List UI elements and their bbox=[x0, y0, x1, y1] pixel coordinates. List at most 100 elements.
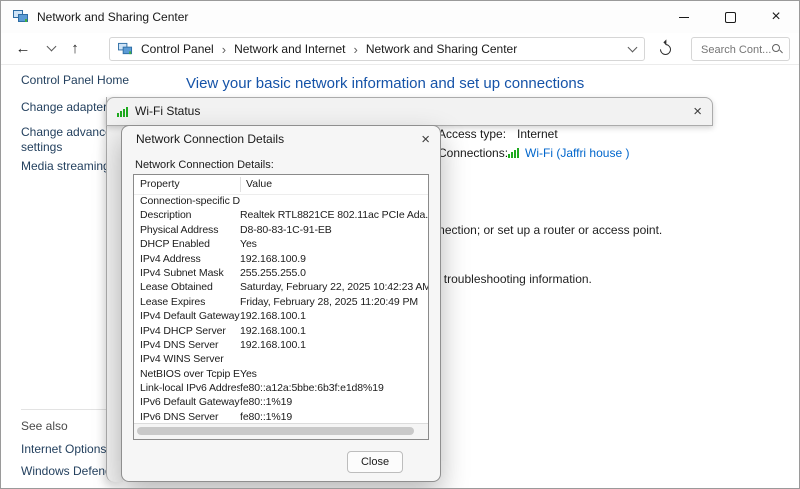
row-value: 192.168.100.1 bbox=[240, 310, 306, 323]
wifi-connection-link[interactable]: Wi-Fi (Jaffri house ) bbox=[525, 146, 629, 160]
addressbar-dropdown-icon[interactable] bbox=[627, 42, 638, 53]
details-dialog-title: Network Connection Details bbox=[136, 132, 285, 146]
row-property: IPv4 DHCP Server bbox=[140, 324, 226, 337]
row-value bbox=[240, 352, 428, 366]
close-icon: × bbox=[421, 131, 430, 148]
minimize-button[interactable] bbox=[661, 1, 707, 33]
details-listview: Property Value Connection-specific DN...… bbox=[133, 174, 429, 440]
wifi-status-dialog[interactable]: Wi-Fi Status × bbox=[106, 97, 713, 126]
network-app-icon bbox=[13, 10, 28, 22]
table-row[interactable]: DHCP Enabled Yes bbox=[134, 237, 428, 251]
table-row[interactable]: IPv4 Subnet Mask 255.255.255.0 bbox=[134, 266, 428, 280]
row-property: Link-local IPv6 Address bbox=[140, 382, 240, 395]
column-header-value[interactable]: Value bbox=[246, 175, 272, 194]
page-title: View your basic network information and … bbox=[186, 75, 585, 92]
details-list-label: Network Connection Details: bbox=[135, 159, 274, 171]
table-row[interactable]: IPv6 DNS Server fe80::1%19 bbox=[134, 410, 428, 424]
table-row[interactable]: IPv4 DNS Server 192.168.100.1 bbox=[134, 338, 428, 352]
search-input[interactable] bbox=[699, 40, 773, 60]
table-row[interactable]: Connection-specific DN... bbox=[134, 194, 428, 208]
row-property: Lease Obtained bbox=[140, 281, 213, 294]
wifi-status-close-button[interactable]: × bbox=[693, 98, 702, 125]
access-type-value: Internet bbox=[517, 127, 558, 141]
row-value: Yes bbox=[240, 367, 257, 380]
column-divider[interactable] bbox=[240, 177, 241, 192]
breadcrumb-network-and-internet[interactable]: Network and Internet bbox=[234, 42, 345, 56]
table-row[interactable]: Link-local IPv6 Address fe80::a12a:5bbe:6… bbox=[134, 381, 428, 395]
row-property: IPv4 Subnet Mask bbox=[140, 266, 224, 279]
maximize-button[interactable] bbox=[707, 1, 753, 33]
details-close-x-button[interactable]: × bbox=[421, 126, 430, 153]
row-value: fe80::1%19 bbox=[240, 410, 293, 423]
table-row[interactable]: Lease Obtained Saturday, February 22, 202… bbox=[134, 280, 428, 294]
scrollbar-thumb[interactable] bbox=[137, 427, 414, 435]
up-button[interactable]: ↑ bbox=[63, 36, 87, 60]
breadcrumb[interactable]: Control Panel › Network and Internet › N… bbox=[109, 37, 645, 61]
wifi-signal-icon bbox=[508, 148, 519, 158]
table-row[interactable]: IPv4 Default Gateway 192.168.100.1 bbox=[134, 309, 428, 323]
row-property: Physical Address bbox=[140, 223, 219, 236]
row-property: NetBIOS over Tcpip En... bbox=[140, 367, 240, 380]
listview-header[interactable]: Property Value bbox=[134, 175, 428, 195]
table-row[interactable]: IPv6 Default Gateway fe80::1%19 bbox=[134, 395, 428, 409]
row-property: IPv4 Default Gateway bbox=[140, 310, 240, 323]
sidebar-item-control-panel-home[interactable]: Control Panel Home bbox=[21, 73, 129, 87]
column-header-property[interactable]: Property bbox=[140, 175, 180, 194]
connections-label: Connections: bbox=[438, 146, 509, 160]
row-value: 192.168.100.1 bbox=[240, 338, 306, 351]
row-value: 192.168.100.1 bbox=[240, 324, 306, 337]
row-value: Saturday, February 22, 2025 10:42:23 AM bbox=[240, 281, 428, 294]
row-property: IPv4 DNS Server bbox=[140, 338, 219, 351]
table-row[interactable]: Description Realtek RTL8821CE 802.11ac PC… bbox=[134, 208, 428, 222]
sidebar-item-internet-options[interactable]: Internet Options bbox=[21, 442, 106, 456]
up-icon: ↑ bbox=[71, 39, 79, 57]
row-property: Lease Expires bbox=[140, 295, 206, 308]
row-value: Yes bbox=[240, 238, 257, 251]
breadcrumb-control-panel[interactable]: Control Panel bbox=[141, 42, 214, 56]
row-value: fe80::1%19 bbox=[240, 396, 293, 409]
row-value: 192.168.100.9 bbox=[240, 252, 306, 265]
refresh-button[interactable] bbox=[653, 38, 677, 60]
close-button[interactable]: × bbox=[753, 1, 799, 33]
breadcrumb-separator-icon: › bbox=[221, 41, 227, 57]
row-property: DHCP Enabled bbox=[140, 238, 210, 251]
back-icon: ← bbox=[15, 39, 31, 57]
recent-locations-button[interactable] bbox=[39, 36, 63, 60]
horizontal-scrollbar[interactable] bbox=[134, 423, 428, 439]
network-sharing-center-window: Network and Sharing Center × ← ↑ Control… bbox=[0, 0, 800, 489]
minimize-icon bbox=[679, 16, 689, 18]
maximize-icon bbox=[724, 11, 736, 23]
row-property: IPv4 WINS Server bbox=[140, 353, 224, 366]
close-icon: × bbox=[693, 103, 702, 120]
close-icon: × bbox=[771, 8, 781, 25]
table-row[interactable]: IPv4 WINS Server bbox=[134, 352, 428, 366]
search-icon bbox=[772, 44, 780, 52]
details-close-button[interactable]: Close bbox=[347, 451, 403, 473]
table-row[interactable]: Lease Expires Friday, February 28, 2025 1… bbox=[134, 295, 428, 309]
row-property: IPv6 DNS Server bbox=[140, 410, 219, 423]
row-value bbox=[240, 194, 428, 208]
row-value: fe80::a12a:5bbe:6b3f:e1d8%19 bbox=[240, 382, 384, 395]
row-value: Friday, February 28, 2025 11:20:49 PM bbox=[240, 295, 419, 308]
row-property: IPv6 Default Gateway bbox=[140, 396, 240, 409]
breadcrumb-network-sharing-center[interactable]: Network and Sharing Center bbox=[366, 42, 517, 56]
row-value: 255.255.255.0 bbox=[240, 266, 306, 279]
table-row[interactable]: IPv4 DHCP Server 192.168.100.1 bbox=[134, 324, 428, 338]
refresh-icon bbox=[657, 41, 673, 57]
row-property: Description bbox=[140, 209, 192, 222]
back-button[interactable]: ← bbox=[11, 36, 35, 60]
table-row[interactable]: NetBIOS over Tcpip En...Yes bbox=[134, 367, 428, 381]
row-property: IPv4 Address bbox=[140, 252, 201, 265]
network-connection-details-dialog: Network Connection Details × Network Con… bbox=[121, 125, 441, 482]
chevron-down-icon bbox=[46, 41, 56, 52]
details-dialog-titlebar[interactable]: Network Connection Details × bbox=[122, 126, 440, 153]
row-value: Realtek RTL8821CE 802.11ac PCIe Ada... bbox=[240, 209, 428, 222]
window-titlebar[interactable]: Network and Sharing Center × bbox=[1, 1, 799, 33]
close-button-label: Close bbox=[360, 456, 390, 468]
wifi-status-dialog-title: Wi-Fi Status bbox=[135, 104, 201, 118]
row-value: D8-80-83-1C-91-EB bbox=[240, 223, 332, 236]
wifi-status-icon bbox=[117, 107, 128, 117]
table-row[interactable]: Physical Address D8-80-83-1C-91-EB bbox=[134, 223, 428, 237]
search-box[interactable] bbox=[691, 37, 790, 61]
table-row[interactable]: IPv4 Address 192.168.100.9 bbox=[134, 252, 428, 266]
